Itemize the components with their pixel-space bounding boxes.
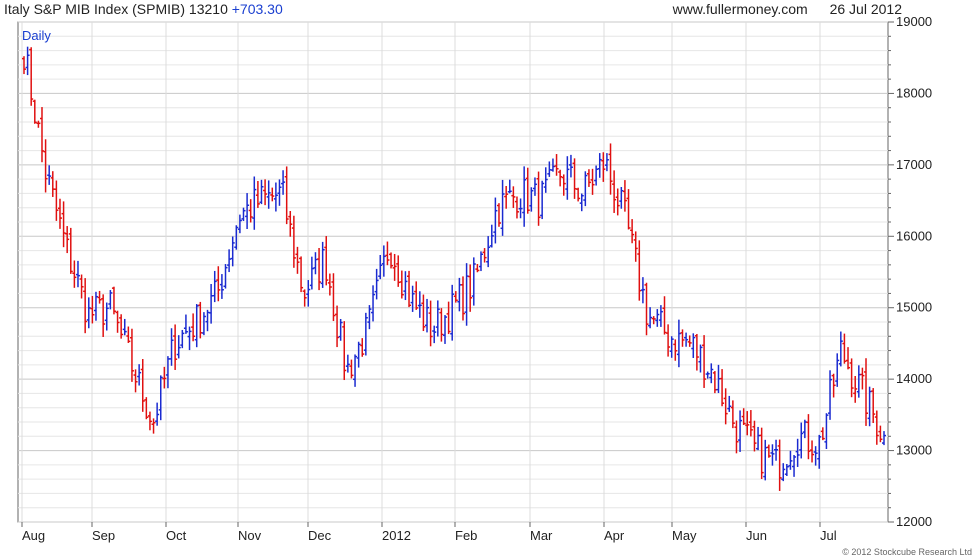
y-tick-label: 19000 [896, 14, 932, 29]
x-tick-label: Mar [530, 528, 553, 543]
x-tick-label: 2012 [382, 528, 411, 543]
y-tick-label: 18000 [896, 85, 932, 100]
y-tick-label: 13000 [896, 443, 932, 458]
y-tick-label: 17000 [896, 157, 932, 172]
y-tick-label: 12000 [896, 514, 932, 529]
x-tick-label: Dec [308, 528, 332, 543]
copyright-notice: © 2012 Stockcube Research Ltd [842, 547, 972, 557]
y-tick-label: 15000 [896, 300, 932, 315]
x-tick-label: Aug [22, 528, 45, 543]
x-tick-label: Nov [238, 528, 262, 543]
x-tick-label: Apr [604, 528, 625, 543]
y-axis-ticks: 12000 13000 14000 15000 16000 17000 18000 19000 [888, 14, 932, 529]
x-tick-label: Sep [92, 528, 115, 543]
y-tick-label: 16000 [896, 228, 932, 243]
price-chart: Aug Sep Oct Nov Dec 2012 Feb Mar Apr May Jun Jul 12… [17, 14, 972, 557]
x-tick-label: Jul [820, 528, 837, 543]
y-tick-label: 14000 [896, 371, 932, 386]
x-tick-label: Oct [166, 528, 187, 543]
x-axis-ticks: Aug Sep Oct Nov Dec 2012 Feb Mar Apr May Jun Jul [21, 522, 837, 543]
x-tick-label: May [672, 528, 697, 543]
x-tick-label: Feb [455, 528, 477, 543]
x-tick-label: Jun [746, 528, 767, 543]
period-label: Daily [22, 28, 51, 43]
